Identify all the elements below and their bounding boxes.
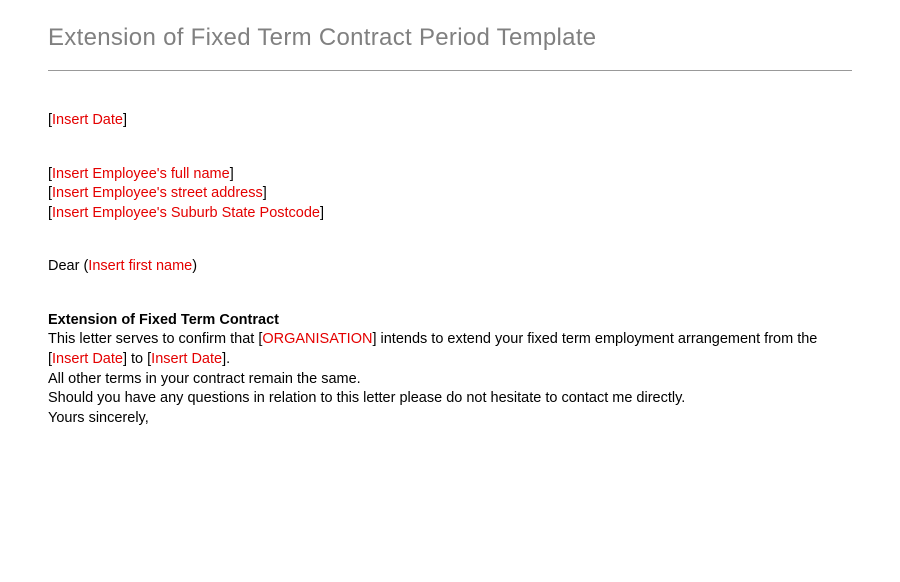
date-placeholder: Insert Date [52,112,123,128]
para1-text1: This letter serves to confirm that [ [48,331,262,347]
title-divider [48,70,852,71]
first-name-placeholder: Insert first name [88,258,192,274]
paragraph-3: Should you have any questions in relatio… [48,389,852,409]
salutation-block: Dear (Insert first name) [48,257,852,277]
employee-street-placeholder: Insert Employee's street address [52,185,263,201]
letter-body: [Insert Date] [Insert Employee's full na… [48,111,852,428]
closing: Yours sincerely, [48,409,852,429]
salutation-suffix: ) [192,258,197,274]
subject-line: Extension of Fixed Term Contract [48,311,852,331]
employee-full-name-placeholder: Insert Employee's full name [52,166,230,182]
para1-text4: ]. [222,351,230,367]
date-block: [Insert Date] [48,111,852,131]
paragraph-2: All other terms in your contract remain … [48,370,852,390]
paragraph-1: This letter serves to confirm that [ORGA… [48,330,852,369]
from-date-placeholder: Insert Date [52,351,123,367]
address-block: [Insert Employee's full name] [Insert Em… [48,165,852,224]
to-date-placeholder: Insert Date [151,351,222,367]
organisation-placeholder: ORGANISATION [262,331,372,347]
page-title: Extension of Fixed Term Contract Period … [48,24,852,52]
salutation-prefix: Dear ( [48,258,88,274]
para1-text3: ] to [ [123,351,151,367]
employee-suburb-placeholder: Insert Employee's Suburb State Postcode [52,205,320,221]
